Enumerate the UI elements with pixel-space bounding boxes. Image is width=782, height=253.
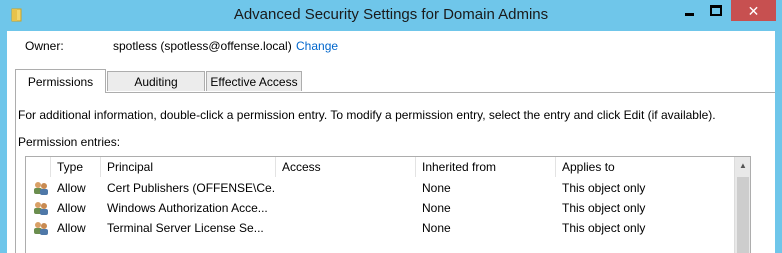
cell-inherited-from: None [422, 181, 451, 195]
column-header-inherited-from[interactable]: Inherited from [416, 157, 556, 177]
cell-access [276, 198, 416, 218]
maximize-button[interactable] [703, 0, 729, 21]
owner-value: spotless (spotless@offense.local) [113, 39, 292, 53]
table-row[interactable]: Allow Cert Publishers (OFFENSE\Ce... Non… [26, 178, 734, 198]
tab-effective-access[interactable]: Effective Access [206, 71, 302, 91]
column-header-access[interactable]: Access [276, 157, 416, 177]
list-header: Type Principal Access Inherited from App… [26, 157, 734, 178]
cell-inherited-from: None [422, 221, 451, 235]
cell-access [276, 178, 416, 198]
cell-applies-to: This object only [562, 221, 646, 235]
column-header-icon[interactable] [26, 157, 51, 177]
table-row[interactable]: Allow Terminal Server License Se... None… [26, 218, 734, 238]
minimize-button[interactable] [676, 0, 702, 21]
users-icon [34, 222, 48, 235]
cell-principal: Cert Publishers (OFFENSE\Ce... [107, 181, 276, 195]
cell-principal: Windows Authorization Acce... [107, 201, 268, 215]
cell-principal: Terminal Server License Se... [107, 221, 264, 235]
change-owner-link[interactable]: Change [296, 39, 338, 53]
column-header-applies-to[interactable]: Applies to [556, 157, 734, 177]
cell-inherited-from: None [422, 201, 451, 215]
window-frame-left [0, 31, 7, 253]
users-icon [34, 202, 48, 215]
column-header-type[interactable]: Type [51, 157, 101, 177]
maximize-icon [710, 5, 722, 16]
owner-label: Owner: [25, 39, 64, 53]
vertical-scrollbar[interactable]: ▲ [734, 157, 750, 253]
users-icon [34, 182, 48, 195]
cell-applies-to: This object only [562, 201, 646, 215]
cell-access [276, 218, 416, 238]
permission-entries-list[interactable]: Type Principal Access Inherited from App… [25, 156, 751, 253]
cell-applies-to: This object only [562, 181, 646, 195]
cell-type: Allow [57, 201, 86, 215]
minimize-icon [684, 13, 694, 16]
cell-type: Allow [57, 181, 86, 195]
tab-auditing[interactable]: Auditing [107, 71, 205, 91]
scroll-up-arrow-icon[interactable]: ▲ [735, 157, 750, 174]
info-text: For additional information, double-click… [18, 108, 716, 122]
close-icon: ✕ [747, 2, 760, 19]
close-button[interactable]: ✕ [731, 0, 776, 21]
window-title: Advanced Security Settings for Domain Ad… [233, 6, 549, 23]
scroll-thumb[interactable] [737, 177, 749, 253]
permission-entries-label: Permission entries: [18, 135, 121, 149]
column-header-principal[interactable]: Principal [101, 157, 276, 177]
title-bar[interactable]: Advanced Security Settings for Domain Ad… [0, 0, 782, 31]
table-row[interactable]: Allow Windows Authorization Acce... None… [26, 198, 734, 218]
window-frame-right [775, 31, 782, 253]
cell-type: Allow [57, 221, 86, 235]
tab-permissions[interactable]: Permissions [15, 69, 106, 93]
